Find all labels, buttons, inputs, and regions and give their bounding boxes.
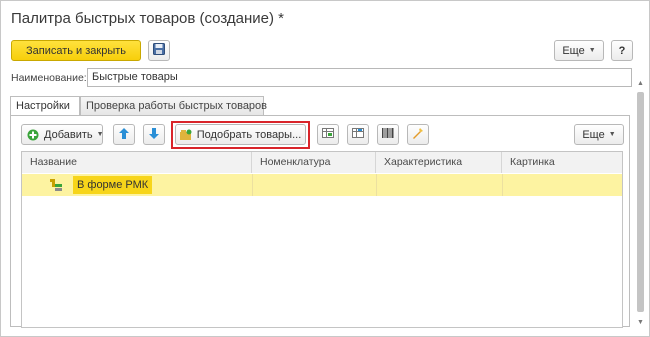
- save-icon: [153, 43, 165, 58]
- folder-group-icon: [50, 179, 62, 194]
- pick-items-icon: [179, 129, 192, 140]
- column-header-picture[interactable]: Картинка: [502, 152, 622, 173]
- row-divider: [376, 174, 377, 196]
- column-header-name[interactable]: Название: [22, 152, 252, 173]
- column-header-characteristic[interactable]: Характеристика: [376, 152, 502, 173]
- table-add-icon: [352, 128, 364, 141]
- table-edit-icon: [322, 128, 334, 141]
- barcode-icon: [382, 128, 394, 141]
- pick-items-button[interactable]: Подобрать товары...: [175, 124, 306, 145]
- scroll-down-icon[interactable]: ▼: [637, 319, 644, 326]
- window-title: Палитра быстрых товаров (создание) *: [11, 10, 285, 27]
- add-button[interactable]: Добавить ▼: [21, 124, 104, 145]
- tab-settings-label: Настройки: [16, 100, 70, 112]
- tool-icon: [412, 127, 424, 142]
- more-actions-label: Еще: [562, 44, 585, 57]
- items-more-button[interactable]: Еще ▼: [574, 124, 624, 145]
- toolbar-command-1-button[interactable]: [317, 124, 339, 145]
- toolbar-command-4-button[interactable]: [407, 124, 429, 145]
- pick-items-label: Подобрать товары...: [196, 128, 302, 141]
- items-more-label: Еще: [582, 128, 605, 141]
- row-divider: [252, 174, 253, 196]
- move-down-button[interactable]: [143, 124, 165, 145]
- tab-check-quick-items[interactable]: Проверка работы быстрых товаров: [80, 96, 268, 116]
- items-table: Название Номенклатура Характеристика Кар…: [21, 151, 623, 328]
- row-name-cell: В форме РМК: [73, 176, 153, 194]
- help-label: ?: [618, 44, 626, 57]
- save-and-close-button[interactable]: Записать и закрыть: [11, 40, 141, 61]
- column-header-nomenclature[interactable]: Номенклатура: [252, 152, 376, 173]
- chevron-down-icon: ▼: [96, 131, 104, 138]
- tab-check-quick-items-label: Проверка работы быстрых товаров: [86, 100, 268, 112]
- row-divider: [502, 174, 503, 196]
- form-scrollbar[interactable]: ▲ ▼: [636, 80, 646, 326]
- move-up-icon: [119, 127, 129, 142]
- move-up-button[interactable]: [113, 124, 135, 145]
- add-label: Добавить: [44, 128, 93, 141]
- scrollbar-thumb[interactable]: [637, 92, 644, 312]
- move-down-icon: [149, 127, 159, 142]
- tab-settings[interactable]: Настройки: [10, 96, 80, 116]
- scroll-up-icon[interactable]: ▲: [637, 80, 644, 87]
- name-field[interactable]: Быстрые товары: [87, 68, 632, 87]
- name-label: Наименование:: [11, 72, 87, 84]
- add-icon: [27, 129, 39, 141]
- save-button[interactable]: [148, 40, 170, 61]
- chevron-down-icon: ▼: [588, 47, 596, 54]
- toolbar-command-2-button[interactable]: [347, 124, 369, 145]
- help-button[interactable]: ?: [611, 40, 633, 61]
- save-and-close-label: Записать и закрыть: [25, 44, 127, 57]
- chevron-down-icon: ▼: [608, 131, 616, 138]
- table-row[interactable]: В форме РМК: [22, 174, 622, 196]
- toolbar-command-3-button[interactable]: [377, 124, 399, 145]
- more-actions-button[interactable]: Еще ▼: [554, 40, 604, 61]
